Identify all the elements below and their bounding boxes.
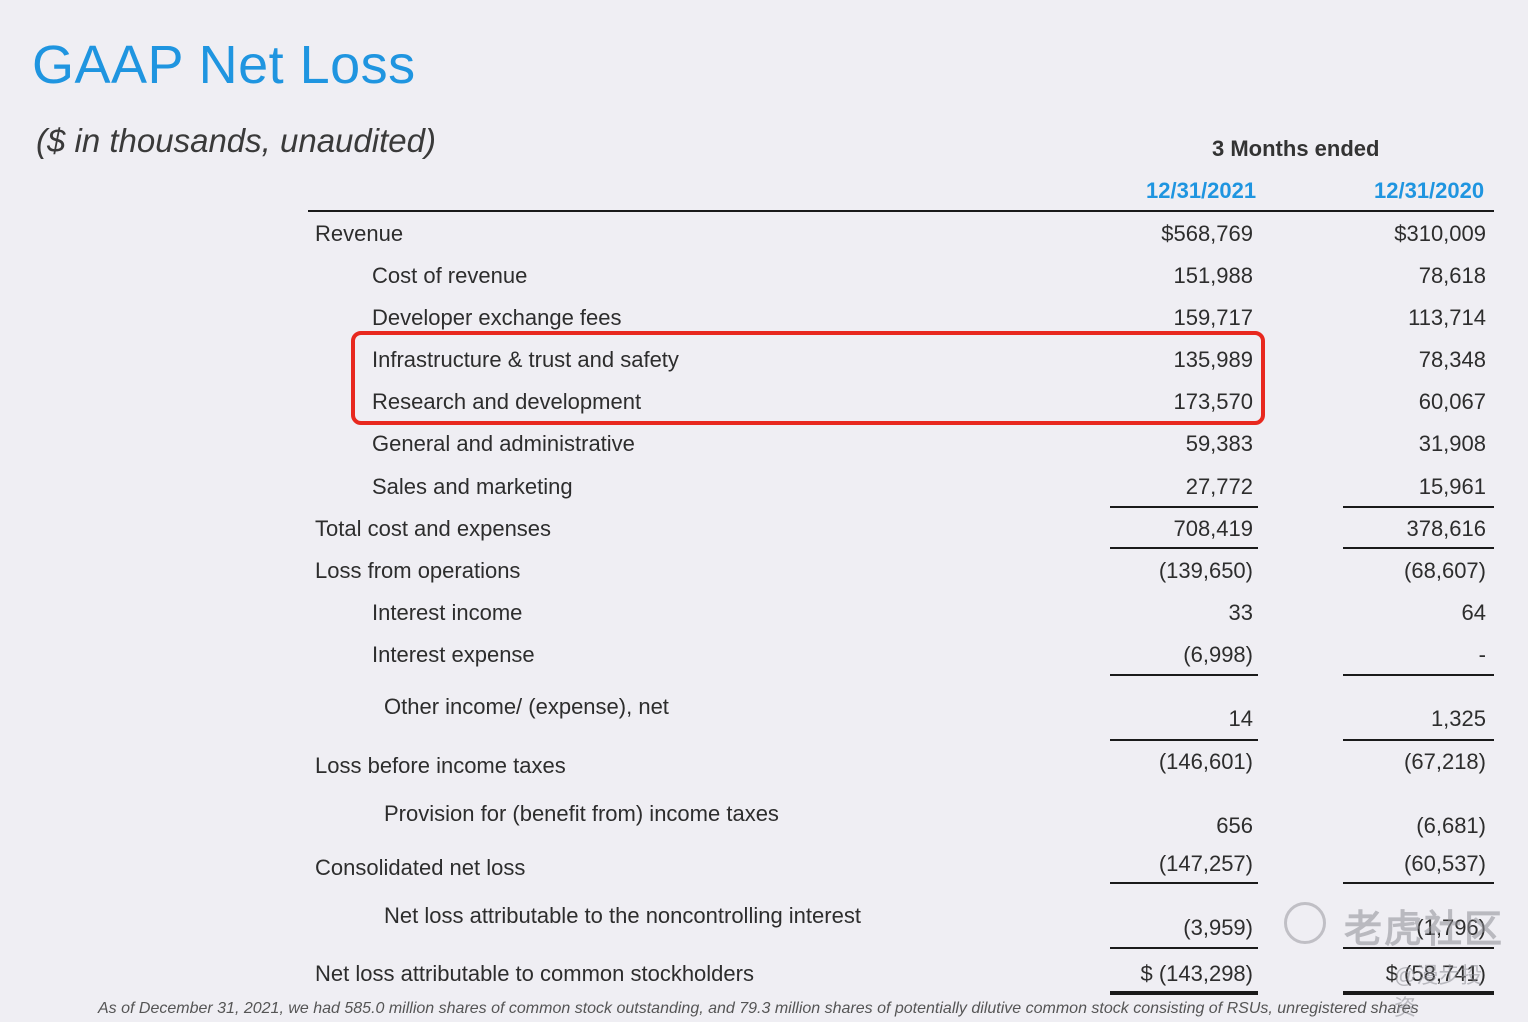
row-label: Interest expense [372, 642, 535, 667]
subtotal-rule [1110, 739, 1258, 741]
row-label: Consolidated net loss [315, 855, 526, 880]
watermark: 老虎社区 @漫步投资 [1284, 898, 1505, 1020]
row-label: Net loss attributable to common stockhol… [315, 961, 754, 986]
row-value-2021: 33 [1228, 600, 1253, 625]
row-label: Loss from operations [315, 558, 521, 583]
subtotal-rule [1110, 947, 1258, 949]
row-label: Cost of revenue [372, 263, 528, 288]
row-value-2020: (6,681) [1416, 813, 1486, 838]
row-value-2020: $310,009 [1394, 221, 1486, 246]
row-label: Loss before income taxes [315, 753, 566, 778]
header-rule [308, 210, 1494, 212]
row-value-2020: 78,618 [1418, 263, 1486, 288]
row-value-2020: 60,067 [1418, 389, 1486, 414]
row-value-2021: $ (143,298) [1140, 961, 1253, 986]
subtotal-rule [1110, 674, 1258, 676]
row-value-2020: 15,961 [1418, 474, 1486, 499]
row-value-2021: 14 [1228, 706, 1253, 731]
row-value-2020: (68,607) [1404, 558, 1486, 583]
row-value-2020: 64 [1461, 600, 1486, 625]
row-value-2020: 1,325 [1430, 706, 1486, 731]
footnote: As of December 31, 2021, we had 585.0 mi… [98, 1000, 1419, 1017]
row-value-2021: 27,772 [1185, 474, 1253, 499]
row-label: Interest income [372, 600, 523, 625]
row-value-2021: $568,769 [1161, 221, 1253, 246]
row-value-2020: 378,616 [1406, 516, 1486, 541]
row-value-2020: - [1478, 642, 1486, 667]
row-label: Revenue [315, 221, 404, 246]
row-label: Net loss attributable to the noncontroll… [384, 903, 861, 928]
watermark-handle: @漫步投资 [1394, 963, 1483, 1020]
watermark-brand: 老虎社区 [1344, 909, 1505, 951]
row-value-2021: 151,988 [1173, 263, 1253, 288]
subtotal-rule [1343, 506, 1494, 508]
subtotal-rule [1110, 882, 1258, 884]
column-header-2021: 12/31/2021 [1146, 178, 1257, 203]
column-header-2020: 12/31/2020 [1374, 178, 1485, 203]
subtotal-rule [1343, 547, 1494, 549]
subtotal-rule [1343, 739, 1494, 741]
row-value-2021: (146,601) [1158, 749, 1253, 774]
row-label: Sales and marketing [372, 474, 573, 499]
row-value-2020: (60,537) [1404, 851, 1486, 876]
subtotal-rule [1110, 506, 1258, 508]
row-label: General and administrative [372, 431, 635, 456]
row-value-2021: (3,959) [1183, 915, 1253, 940]
watermark-logo-icon [1284, 902, 1326, 944]
subtotal-rule [1110, 547, 1258, 549]
row-value-2021: (147,257) [1158, 851, 1253, 876]
row-label: Provision for (benefit from) income taxe… [384, 801, 779, 826]
row-label: Other income/ (expense), net [384, 694, 669, 719]
row-value-2021: 159,717 [1173, 305, 1253, 330]
row-value-2021: 708,419 [1173, 516, 1253, 541]
row-value-2020: 31,908 [1418, 431, 1486, 456]
row-value-2021: 656 [1216, 813, 1253, 838]
row-value-2020: (67,218) [1404, 749, 1486, 774]
page-subtitle: ($ in thousands, unaudited) [36, 122, 436, 159]
subtotal-rule [1343, 882, 1494, 884]
subtotal-rule [1110, 991, 1258, 995]
row-value-2021: (6,998) [1183, 642, 1253, 667]
row-value-2021: 59,383 [1185, 431, 1253, 456]
row-value-2020: 78,348 [1418, 347, 1486, 372]
row-label: Developer exchange fees [372, 305, 622, 330]
page-title: GAAP Net Loss [32, 35, 416, 95]
subtotal-rule [1343, 674, 1494, 676]
period-header: 3 Months ended [1212, 136, 1380, 161]
row-label: Total cost and expenses [315, 516, 552, 541]
row-value-2021: (139,650) [1158, 558, 1253, 583]
row-value-2020: 113,714 [1408, 305, 1486, 330]
highlight-box [351, 331, 1265, 425]
